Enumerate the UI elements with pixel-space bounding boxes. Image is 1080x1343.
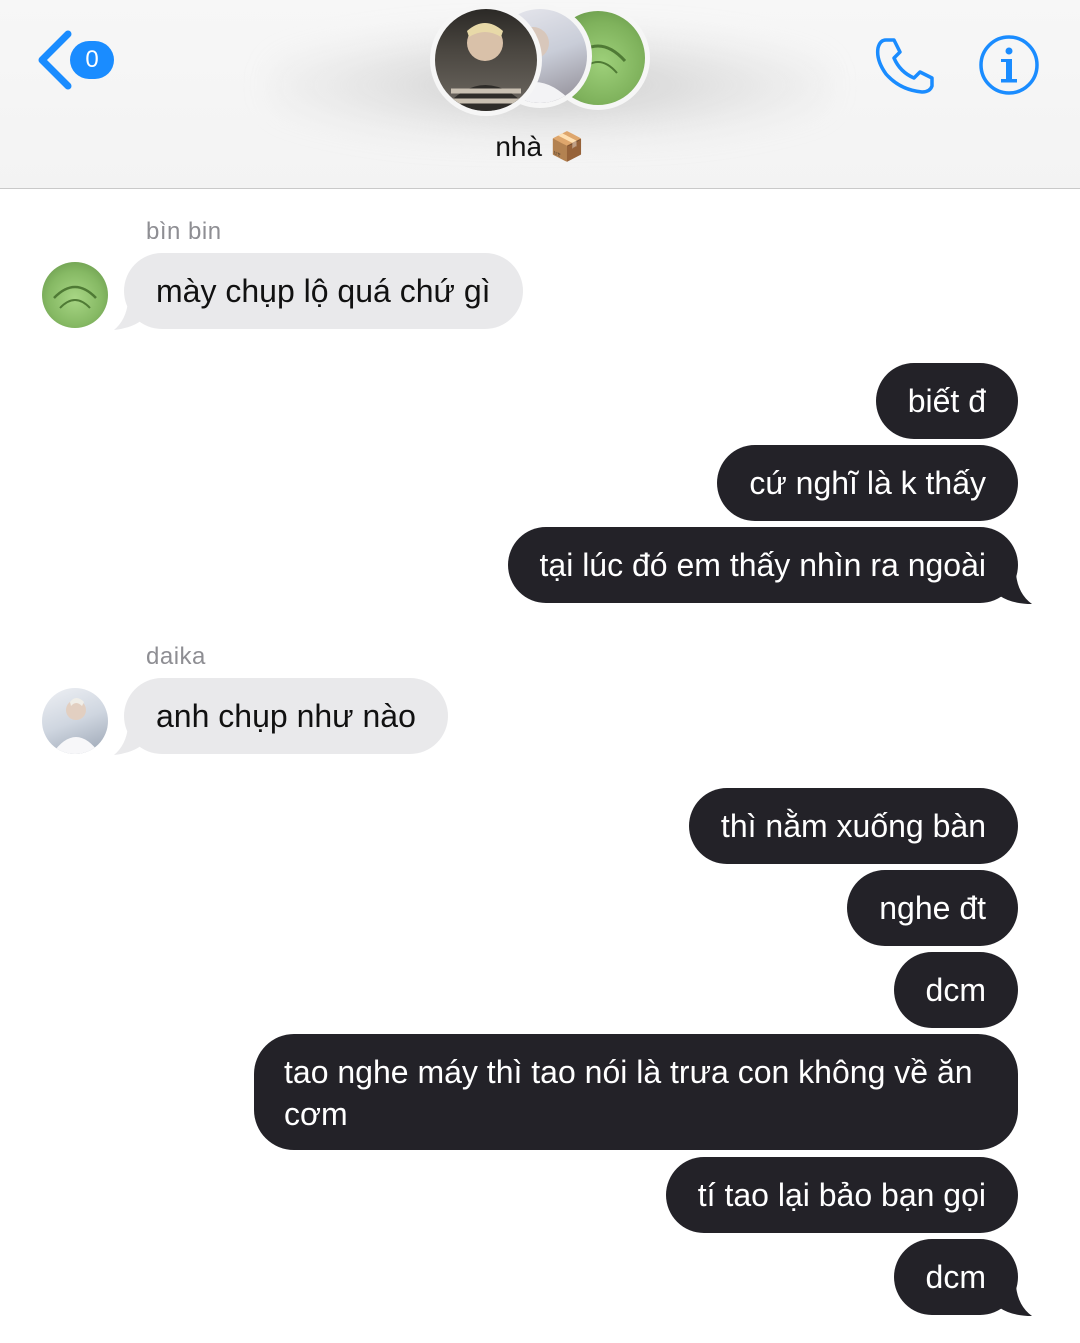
message-bubble-outgoing[interactable]: tao nghe máy thì tao nói là trưa con khô… (254, 1034, 1018, 1150)
group-name-text: nhà (495, 131, 543, 162)
member-avatar-1 (430, 4, 542, 116)
sender-avatar[interactable] (42, 262, 108, 328)
message-bubble-outgoing[interactable]: dcm (893, 952, 1018, 1028)
message-bubble-outgoing[interactable]: thì nằm xuống bàn (688, 788, 1018, 864)
message-bubble-outgoing[interactable]: dcm (893, 1239, 1018, 1315)
sender-name: daika (146, 643, 206, 670)
sender-avatar[interactable] (42, 688, 108, 754)
group-title[interactable]: nhà 📦 (0, 130, 1080, 163)
info-button[interactable] (978, 34, 1040, 96)
message-bubble-outgoing[interactable]: nghe đt (847, 870, 1018, 946)
message-bubble-outgoing[interactable]: tại lúc đó em thấy nhìn ra ngoài (507, 527, 1018, 603)
conversation-header: 0 nhà 📦 (0, 0, 1080, 189)
phone-icon (875, 38, 934, 94)
unread-count-badge: 0 (70, 41, 114, 79)
info-icon (979, 35, 1039, 95)
person-silhouette-icon (52, 698, 100, 754)
person-silhouette-icon (441, 23, 531, 111)
message-bubble-outgoing[interactable]: cứ nghĩ là k thấy (717, 445, 1018, 521)
cabbage-icon (53, 285, 97, 309)
chevron-left-icon (38, 30, 72, 90)
call-button[interactable] (872, 34, 936, 96)
group-avatars[interactable] (428, 2, 658, 116)
message-bubble-outgoing[interactable]: biết đ (875, 363, 1018, 439)
message-bubble-outgoing[interactable]: tí tao lại bảo bạn gọi (665, 1157, 1018, 1233)
package-emoji-icon: 📦 (549, 131, 585, 162)
sender-name: bìn bin (146, 218, 222, 245)
message-bubble-incoming[interactable]: anh chụp như nào (124, 678, 448, 754)
message-bubble-incoming[interactable]: mày chụp lộ quá chứ gì (124, 253, 523, 329)
